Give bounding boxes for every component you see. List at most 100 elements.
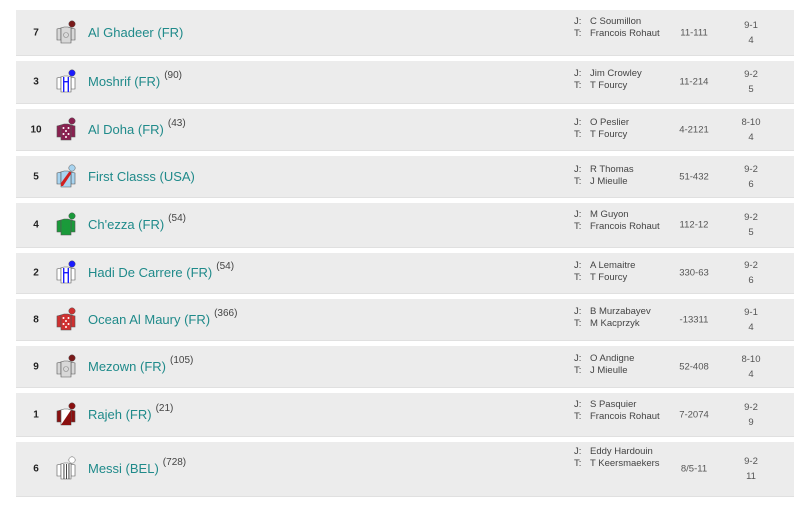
trainer-prefix: T: bbox=[574, 318, 582, 329]
trainer-name-link[interactable]: Francois Rohaut bbox=[590, 411, 662, 423]
odds-cell: 9-1 4 bbox=[732, 305, 770, 335]
jockey-silk-icon bbox=[56, 456, 76, 480]
jockey-name-link[interactable]: Jim Crowley bbox=[590, 68, 662, 80]
runner-row[interactable]: 2 Hadi De Carrere (FR) (54) J: A Lemaitre… bbox=[16, 253, 794, 294]
trainer-line: T: Francois Rohaut bbox=[574, 411, 674, 423]
horse-name-link[interactable]: Ch'ezza (FR) bbox=[88, 217, 164, 232]
horse-name-link[interactable]: Mezown (FR) bbox=[88, 359, 166, 374]
draw-value: 4 bbox=[748, 321, 754, 333]
horse-cell: Al Doha (FR) (43) bbox=[88, 117, 186, 139]
draw-value: 11 bbox=[746, 471, 756, 482]
odds-value: 9-2 bbox=[744, 69, 758, 80]
jockey-line: J: C Soumillon bbox=[574, 16, 674, 28]
horse-name-link[interactable]: Rajeh (FR) bbox=[88, 407, 152, 422]
horse-cell: Hadi De Carrere (FR) (54) bbox=[88, 261, 235, 282]
runner-row[interactable]: 8 Ocean Al Maury (FR) (366) J: B Murzabay… bbox=[16, 299, 794, 341]
jockey-name-link[interactable]: O Andigne bbox=[590, 353, 662, 365]
trainer-name-link[interactable]: T Fourcy bbox=[590, 272, 662, 284]
jockey-trainer-cell: J: M Guyon T: Francois Rohaut bbox=[574, 209, 674, 233]
trainer-prefix: T: bbox=[574, 272, 582, 283]
trainer-line: T: M Kacprzyk bbox=[574, 318, 674, 330]
horse-cell: Mezown (FR) (105) bbox=[88, 354, 194, 376]
trainer-prefix: T: bbox=[574, 176, 582, 187]
horse-name-link[interactable]: Messi (BEL) bbox=[88, 461, 159, 476]
jockey-name-link[interactable]: S Pasquier bbox=[590, 399, 662, 411]
horse-name-link[interactable]: Ocean Al Maury (FR) bbox=[88, 312, 210, 327]
runner-number: 3 bbox=[33, 76, 39, 88]
runner-row[interactable]: 9 Mezown (FR) (105) J: O Andigne T: J Mie… bbox=[16, 346, 794, 388]
jockey-trainer-cell: J: S Pasquier T: Francois Rohaut bbox=[574, 399, 674, 423]
horse-rating: (105) bbox=[170, 354, 194, 366]
trainer-prefix: T: bbox=[574, 411, 582, 422]
runner-row[interactable]: 10 Al Doha (FR) (43) J: O Peslier T: T Fo… bbox=[16, 109, 794, 151]
trainer-name-link[interactable]: Francois Rohaut bbox=[590, 28, 662, 40]
jockey-name-link[interactable]: B Murzabayev bbox=[590, 306, 662, 318]
horse-name-link[interactable]: Hadi De Carrere (FR) bbox=[88, 265, 212, 280]
jockey-trainer-cell: J: R Thomas T: J Mieulle bbox=[574, 164, 674, 188]
odds-value: 8-10 bbox=[741, 353, 761, 365]
trainer-name-link[interactable]: J Mieulle bbox=[590, 176, 662, 188]
jockey-prefix: J: bbox=[574, 353, 582, 364]
form-figures: 330-63 bbox=[679, 267, 709, 279]
form-figures: 7-2074 bbox=[679, 409, 709, 420]
runner-number: 1 bbox=[33, 409, 39, 420]
jockey-line: J: M Guyon bbox=[574, 209, 674, 221]
horse-cell: First Classs (USA) bbox=[88, 168, 199, 186]
runner-number: 6 bbox=[33, 463, 39, 475]
jockey-name-link[interactable]: O Peslier bbox=[590, 117, 662, 129]
runner-row[interactable]: 4 Ch'ezza (FR) (54) J: M Guyon T: Francoi… bbox=[16, 203, 794, 248]
jockey-silk-icon bbox=[56, 69, 76, 93]
trainer-prefix: T: bbox=[574, 221, 582, 232]
horse-name-link[interactable]: Moshrif (FR) bbox=[88, 74, 160, 89]
jockey-name-link[interactable]: Eddy Hardouin bbox=[590, 446, 662, 458]
horse-rating: (90) bbox=[164, 70, 183, 81]
trainer-name-link[interactable]: T Fourcy bbox=[590, 80, 662, 92]
horse-rating: (54) bbox=[168, 213, 186, 224]
runners-list: 7 Al Ghadeer (FR) J: C Soumillon T: Fran… bbox=[16, 10, 794, 502]
horse-rating: (43) bbox=[167, 117, 186, 129]
trainer-name-link[interactable]: J Mieulle bbox=[590, 365, 662, 377]
trainer-line: T: J Mieulle bbox=[574, 176, 674, 188]
jockey-name-link[interactable]: A Lemaitre bbox=[590, 260, 662, 272]
horse-name-link[interactable]: Al Doha (FR) bbox=[88, 122, 164, 137]
trainer-line: T: T Fourcy bbox=[574, 272, 674, 284]
jockey-name-link[interactable]: M Guyon bbox=[590, 209, 662, 221]
trainer-line: T: T Fourcy bbox=[574, 80, 674, 92]
draw-value: 5 bbox=[748, 227, 754, 238]
draw-value: 5 bbox=[748, 84, 754, 95]
runner-row[interactable]: 1 Rajeh (FR) (21) J: S Pasquier T: Franco… bbox=[16, 393, 794, 437]
trainer-name-link[interactable]: M Kacprzyk bbox=[590, 318, 662, 330]
jockey-line: J: Jim Crowley bbox=[574, 68, 674, 80]
form-figures: 8/5-11 bbox=[680, 463, 708, 475]
jockey-silk-icon bbox=[56, 117, 76, 140]
horse-cell: Messi (BEL) (728) bbox=[88, 457, 186, 478]
horse-name-link[interactable]: Al Ghadeer (FR) bbox=[88, 25, 183, 40]
runner-row[interactable]: 3 Moshrif (FR) (90) J: Jim Crowley T: T F… bbox=[16, 61, 794, 104]
horse-rating: (54) bbox=[216, 261, 235, 272]
jockey-silk-icon bbox=[56, 164, 76, 187]
jockey-trainer-cell: J: C Soumillon T: Francois Rohaut bbox=[574, 16, 674, 40]
odds-cell: 8-10 4 bbox=[732, 115, 770, 145]
jockey-line: J: S Pasquier bbox=[574, 399, 674, 411]
trainer-name-link[interactable]: T Fourcy bbox=[590, 129, 662, 141]
odds-value: 9-1 bbox=[744, 19, 758, 31]
runner-row[interactable]: 5 First Classs (USA) J: R Thomas T: J Mi… bbox=[16, 156, 794, 198]
jockey-trainer-cell: J: O Peslier T: T Fourcy bbox=[574, 117, 674, 141]
runner-row[interactable]: 6 Messi (BEL) (728) J: Eddy Hardouin T: T… bbox=[16, 442, 794, 497]
form-figures: 11-111 bbox=[680, 27, 708, 38]
jockey-trainer-cell: J: B Murzabayev T: M Kacprzyk bbox=[574, 306, 674, 330]
horse-name-link[interactable]: First Classs (USA) bbox=[88, 169, 195, 184]
jockey-silk-icon bbox=[56, 354, 76, 377]
odds-value: 9-2 bbox=[744, 260, 758, 271]
jockey-prefix: J: bbox=[574, 164, 582, 175]
odds-cell: 9-1 4 bbox=[732, 18, 770, 48]
trainer-name-link[interactable]: T Keersmaekers bbox=[590, 458, 662, 470]
trainer-name-link[interactable]: Francois Rohaut bbox=[590, 221, 662, 233]
trainer-prefix: T: bbox=[574, 80, 582, 91]
odds-value: 9-2 bbox=[744, 456, 758, 467]
jockey-line: J: O Peslier bbox=[574, 117, 674, 129]
jockey-prefix: J: bbox=[574, 260, 582, 271]
jockey-name-link[interactable]: R Thomas bbox=[590, 164, 662, 176]
jockey-name-link[interactable]: C Soumillon bbox=[590, 16, 662, 28]
runner-row[interactable]: 7 Al Ghadeer (FR) J: C Soumillon T: Fran… bbox=[16, 10, 794, 56]
